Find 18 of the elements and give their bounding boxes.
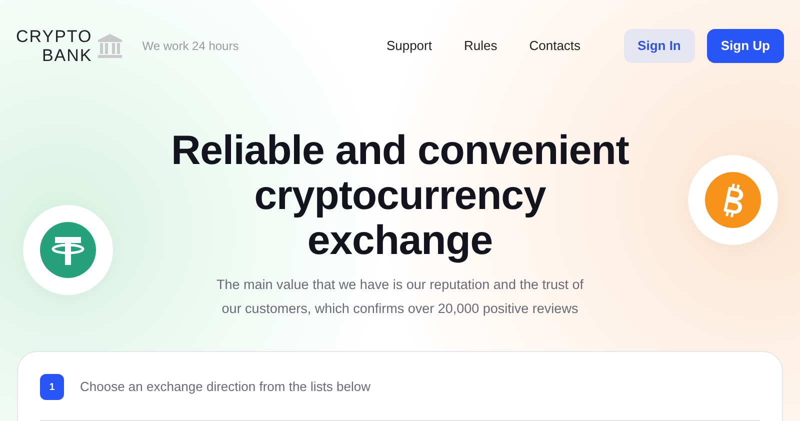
nav-link[interactable]: Rules <box>464 36 498 56</box>
step-number: 1 <box>40 374 64 400</box>
logo-text: BANK <box>40 46 92 65</box>
tether-coin-icon <box>40 222 96 278</box>
logo-text: CRYPTO <box>16 27 92 46</box>
bitcoin-coin-icon <box>705 172 761 228</box>
sign-up-button[interactable]: Sign Up <box>706 29 784 63</box>
nav-link[interactable]: Support <box>386 36 432 56</box>
hero-subtitle: The main value that we have is our reputation and the trust of <box>216 277 584 292</box>
sign-in-button[interactable]: Sign In <box>624 29 695 63</box>
step-instruction: Choose an exchange direction from the lists below <box>80 378 370 396</box>
hero-title: exchange <box>307 218 493 263</box>
hero-subtitle: our customers, which confirms over 20,000 positive reviews <box>222 301 578 316</box>
hero-title: cryptocurrency <box>254 173 546 218</box>
nav-link[interactable]: Contacts <box>529 36 581 56</box>
hero-title: Reliable and convenient <box>171 128 629 173</box>
bank-icon <box>96 33 124 59</box>
tagline: We work 24 hours <box>142 38 239 55</box>
